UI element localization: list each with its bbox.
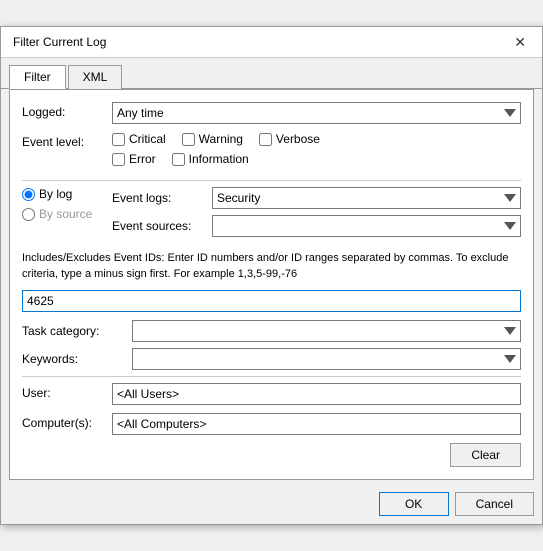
- close-button[interactable]: ✕: [510, 35, 530, 49]
- log-source-row: By log By source Event logs: Security Ev…: [22, 187, 521, 243]
- event-id-description: Includes/Excludes Event IDs: Enter ID nu…: [22, 251, 521, 282]
- keywords-label: Keywords:: [22, 352, 132, 366]
- verbose-checkbox[interactable]: [259, 133, 272, 146]
- tab-xml[interactable]: XML: [68, 65, 123, 89]
- task-category-row: Task category:: [22, 320, 521, 342]
- by-log-item: By log: [22, 187, 112, 201]
- logged-row: Logged: Any time Last hour Last 12 hours…: [22, 102, 521, 124]
- computer-row: Computer(s):: [22, 413, 521, 435]
- event-level-label: Event level:: [22, 132, 112, 149]
- by-log-radio[interactable]: [22, 188, 35, 201]
- warning-checkbox[interactable]: [182, 133, 195, 146]
- critical-checkbox-item: Critical: [112, 132, 166, 146]
- event-id-input[interactable]: [22, 290, 521, 312]
- warning-checkbox-item: Warning: [182, 132, 243, 146]
- computer-input[interactable]: [112, 413, 521, 435]
- logged-control-wrap: Any time Last hour Last 12 hours Last 24…: [112, 102, 521, 124]
- event-sources-row: Event sources:: [112, 215, 521, 237]
- information-checkbox[interactable]: [172, 153, 185, 166]
- cancel-button[interactable]: Cancel: [455, 492, 534, 516]
- verbose-label: Verbose: [276, 132, 320, 146]
- verbose-checkbox-item: Verbose: [259, 132, 320, 146]
- separator-2: [22, 376, 521, 377]
- separator-1: [22, 180, 521, 181]
- logged-select[interactable]: Any time Last hour Last 12 hours Last 24…: [112, 102, 521, 124]
- filter-dialog: Filter Current Log ✕ Filter XML Logged: …: [0, 26, 543, 525]
- radio-group: By log By source: [22, 187, 112, 221]
- event-id-row: [22, 290, 521, 312]
- logged-label: Logged:: [22, 102, 112, 119]
- event-sources-select[interactable]: [212, 215, 521, 237]
- warning-label: Warning: [199, 132, 243, 146]
- critical-label: Critical: [129, 132, 166, 146]
- computer-input-wrap: [112, 413, 521, 435]
- bottom-buttons: OK Cancel: [1, 488, 542, 524]
- by-source-item: By source: [22, 207, 112, 221]
- filter-content: Logged: Any time Last hour Last 12 hours…: [9, 89, 534, 480]
- event-logs-row: Event logs: Security: [112, 187, 521, 209]
- keywords-select[interactable]: [132, 348, 521, 370]
- task-category-label: Task category:: [22, 324, 132, 338]
- user-input-wrap: [112, 383, 521, 405]
- information-label: Information: [189, 152, 249, 166]
- user-label: User:: [22, 383, 112, 400]
- critical-checkbox[interactable]: [112, 133, 125, 146]
- event-fields: Event logs: Security Event sources:: [112, 187, 521, 243]
- event-logs-label: Event logs:: [112, 191, 212, 205]
- keywords-row: Keywords:: [22, 348, 521, 370]
- event-sources-label: Event sources:: [112, 219, 212, 233]
- error-checkbox[interactable]: [112, 153, 125, 166]
- user-row: User:: [22, 383, 521, 405]
- error-checkbox-item: Error: [112, 152, 156, 166]
- checkbox-row-1: Critical Warning Verbose: [112, 132, 521, 146]
- error-label: Error: [129, 152, 156, 166]
- clear-button[interactable]: Clear: [450, 443, 521, 467]
- dialog-title: Filter Current Log: [13, 35, 106, 49]
- tab-filter[interactable]: Filter: [9, 65, 66, 89]
- title-bar: Filter Current Log ✕: [1, 27, 542, 58]
- event-level-row: Event level: Critical Warning Verbose: [22, 132, 521, 172]
- computer-label: Computer(s):: [22, 413, 112, 430]
- ok-button[interactable]: OK: [379, 492, 449, 516]
- event-logs-select[interactable]: Security: [212, 187, 521, 209]
- by-source-label: By source: [39, 207, 92, 221]
- information-checkbox-item: Information: [172, 152, 249, 166]
- event-level-checkboxes: Critical Warning Verbose Error: [112, 132, 521, 172]
- by-source-radio[interactable]: [22, 208, 35, 221]
- task-category-select[interactable]: [132, 320, 521, 342]
- by-log-label: By log: [39, 187, 72, 201]
- tab-bar: Filter XML: [1, 58, 542, 89]
- checkbox-row-2: Error Information: [112, 152, 521, 166]
- user-input[interactable]: [112, 383, 521, 405]
- clear-row: Clear: [22, 443, 521, 467]
